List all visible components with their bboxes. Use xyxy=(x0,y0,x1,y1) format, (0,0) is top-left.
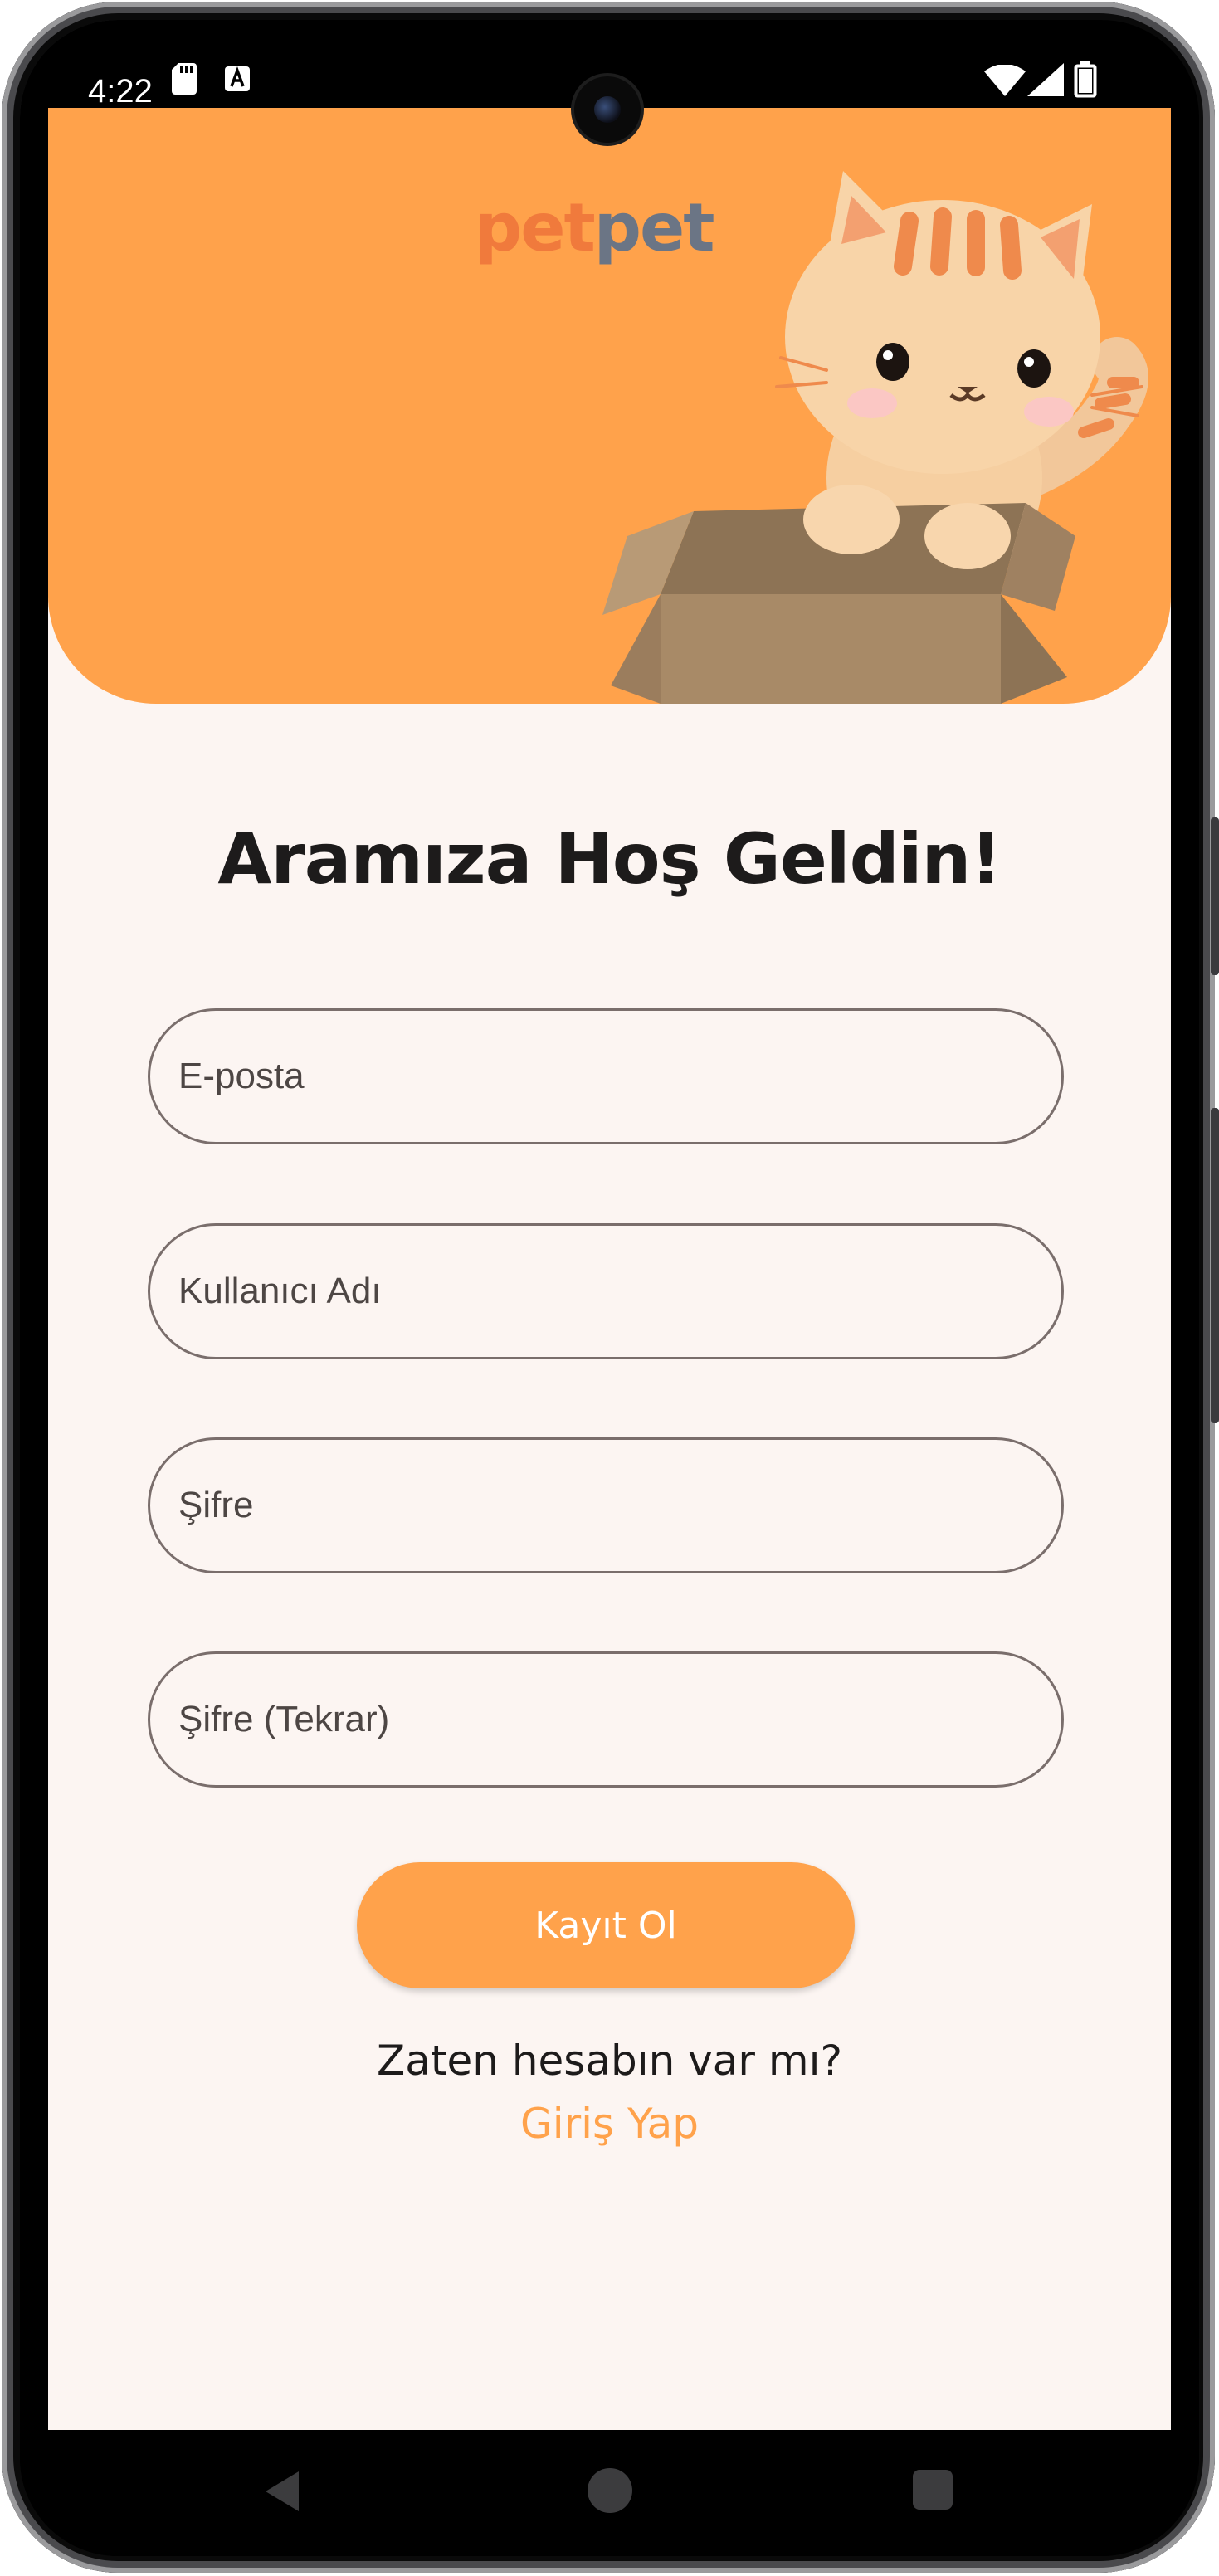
power-button xyxy=(1211,817,1219,975)
volume-button xyxy=(1211,1108,1219,1423)
front-camera xyxy=(574,76,641,143)
register-button[interactable]: Kayıt Ol xyxy=(357,1862,855,1988)
login-link[interactable]: Giriş Yap xyxy=(48,2100,1171,2148)
recent-apps-icon[interactable] xyxy=(913,2470,953,2510)
status-time: 4:22 xyxy=(88,73,153,110)
password-field[interactable]: Şifre xyxy=(148,1437,1064,1573)
sd-card-icon xyxy=(172,63,197,95)
cat-in-box-illustration xyxy=(602,171,1148,704)
home-icon[interactable] xyxy=(588,2468,632,2513)
back-icon[interactable] xyxy=(261,2468,307,2515)
logo-part-1: pet xyxy=(475,189,596,266)
keyboard-a-icon xyxy=(225,66,250,91)
email-field[interactable]: E-posta xyxy=(148,1008,1064,1144)
email-field-label: E-posta xyxy=(178,1056,305,1096)
wifi-icon xyxy=(984,65,1026,96)
signal-icon xyxy=(1027,63,1064,96)
password-confirm-field-label: Şifre (Tekrar) xyxy=(178,1699,390,1739)
navigation-bar xyxy=(20,2430,1199,2556)
header-banner: petpet xyxy=(48,108,1171,704)
password-confirm-field[interactable]: Şifre (Tekrar) xyxy=(148,1651,1064,1788)
screen: 4:22 petpet Aramıza Hoş Geldin! E-posta … xyxy=(20,20,1199,2556)
battery-icon xyxy=(1074,61,1097,98)
app-content: petpet Aramıza Hoş Geldin! E-posta Kulla… xyxy=(48,108,1171,2430)
welcome-heading: Aramıza Hoş Geldin! xyxy=(217,818,1002,900)
username-field[interactable]: Kullanıcı Adı xyxy=(148,1223,1064,1359)
username-field-label: Kullanıcı Adı xyxy=(178,1271,382,1311)
password-field-label: Şifre xyxy=(178,1485,254,1525)
login-prompt: Zaten hesabın var mı? xyxy=(376,2037,842,2085)
